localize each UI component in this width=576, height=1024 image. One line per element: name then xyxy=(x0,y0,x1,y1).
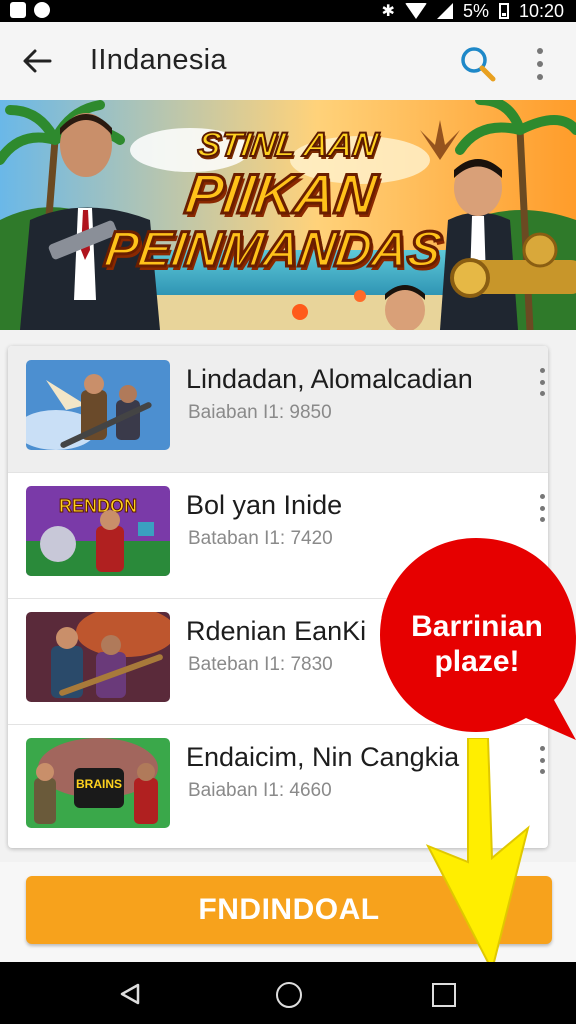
game-subtitle: Baiaban I1: 9850 xyxy=(188,402,332,423)
game-thumbnail: RENDON xyxy=(26,486,170,576)
overflow-menu-icon[interactable] xyxy=(530,48,550,80)
game-title: Rdenian EanKi xyxy=(186,616,367,646)
banner-line-3: PEINMANDAS xyxy=(100,220,447,279)
list-item[interactable]: Lindadan, Alomalcadian Baiaban I1: 9850 xyxy=(8,346,548,473)
clock: 10:20 xyxy=(518,0,564,21)
item-overflow-icon[interactable] xyxy=(536,494,548,522)
callout-text: Barrinian plaze! xyxy=(392,610,562,679)
bluetooth-icon: ✱ xyxy=(381,3,395,20)
game-title: Lindadan, Alomalcadian xyxy=(186,364,473,394)
game-thumbnail xyxy=(26,612,170,702)
svg-text:BRAINS: BRAINS xyxy=(76,777,122,791)
signal-icon xyxy=(436,3,453,19)
callout-line-1: Barrinian xyxy=(411,610,543,643)
banner-line-2: PIIKAN xyxy=(180,161,382,227)
app-bar: IIndanesia xyxy=(0,22,576,100)
notification-icon xyxy=(10,2,26,18)
wifi-icon xyxy=(404,3,427,19)
game-subtitle: Bateban I1: 7830 xyxy=(188,654,333,675)
game-subtitle: Bataban I1: 7420 xyxy=(188,528,333,549)
callout-line-2: plaze! xyxy=(434,644,520,678)
game-title: Bol yan Inide xyxy=(186,490,343,520)
svg-text:RENDON: RENDON xyxy=(59,496,137,516)
battery-percent: 5% xyxy=(462,0,489,21)
app-notification-icon xyxy=(34,2,50,18)
game-thumbnail xyxy=(26,360,170,450)
nav-recents-icon[interactable] xyxy=(432,983,456,1007)
page-title: IIndanesia xyxy=(90,44,227,76)
banner-headline: STINL AAN PIIKAN PEINMANDAS xyxy=(100,125,461,279)
item-overflow-icon[interactable] xyxy=(536,368,548,396)
pointer-arrow-icon xyxy=(425,738,530,970)
search-icon[interactable] xyxy=(458,44,498,84)
battery-icon xyxy=(498,3,509,19)
banner-line-1: STINL AAN xyxy=(194,125,381,165)
game-thumbnail: BRAINS xyxy=(26,738,170,828)
nav-back-icon[interactable] xyxy=(118,982,142,1006)
promo-banner[interactable]: STINL AAN PIIKAN PEINMANDAS xyxy=(0,100,576,330)
game-subtitle: Baiaban I1: 4660 xyxy=(188,780,332,801)
back-arrow-icon[interactable] xyxy=(20,44,54,78)
nav-home-icon[interactable] xyxy=(276,982,302,1008)
system-nav-bar xyxy=(0,962,576,1024)
status-bar: ✱ 5% 10:20 xyxy=(0,0,576,22)
